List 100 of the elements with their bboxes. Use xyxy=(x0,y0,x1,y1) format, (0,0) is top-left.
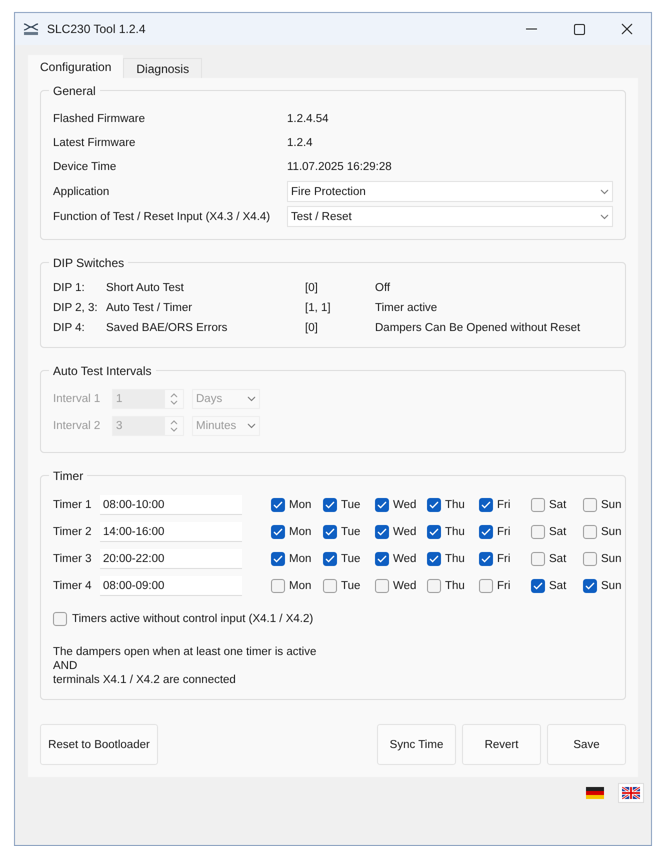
checkbox[interactable] xyxy=(531,552,545,566)
day-label: Tue xyxy=(341,498,360,512)
checkbox[interactable] xyxy=(479,552,493,566)
checkbox[interactable] xyxy=(583,498,597,512)
day-label: Sat xyxy=(549,552,566,566)
interval-label: Interval 1 xyxy=(53,392,102,406)
day-label: Tue xyxy=(341,552,360,566)
day-label: Thu xyxy=(445,498,465,512)
dip-meaning: Timer active xyxy=(375,301,438,315)
checkbox[interactable] xyxy=(583,579,597,593)
dip-meaning: Off xyxy=(375,281,390,295)
field-value: 1.2.4 xyxy=(287,136,313,150)
dip-label: DIP 4: xyxy=(53,321,86,335)
checkbox[interactable] xyxy=(531,579,545,593)
checkbox[interactable] xyxy=(375,525,389,539)
day-label: Mon xyxy=(289,525,312,539)
checkbox[interactable] xyxy=(271,498,285,512)
field-label: Device Time xyxy=(53,160,118,174)
checkbox[interactable] xyxy=(271,525,285,539)
checkbox[interactable] xyxy=(53,612,67,626)
note-text: AND xyxy=(53,659,78,673)
day-label: Sun xyxy=(601,525,622,539)
checkbox[interactable] xyxy=(271,552,285,566)
time-range-field[interactable]: 08:00-09:00 xyxy=(100,576,242,596)
dip-name: Auto Test / Timer xyxy=(106,301,194,315)
dip-meaning: Dampers Can Be Opened without Reset xyxy=(375,321,580,335)
checkbox[interactable] xyxy=(531,525,545,539)
day-label: Wed xyxy=(393,525,416,539)
checkbox[interactable] xyxy=(479,498,493,512)
flag-icon[interactable] xyxy=(622,787,640,799)
dip-label: DIP 1: xyxy=(53,281,86,295)
day-label: Wed xyxy=(393,552,416,566)
day-label: Sun xyxy=(601,552,622,566)
checkbox[interactable] xyxy=(427,579,441,593)
action-button[interactable]: Save xyxy=(547,724,626,765)
checkbox[interactable] xyxy=(375,498,389,512)
action-button[interactable]: Sync Time xyxy=(377,724,456,765)
checkbox[interactable] xyxy=(479,525,493,539)
checkbox[interactable] xyxy=(375,552,389,566)
dip-name: Saved BAE/ORS Errors xyxy=(106,321,228,335)
checkbox[interactable] xyxy=(323,579,337,593)
day-label: Fri xyxy=(497,525,510,539)
checkbox[interactable] xyxy=(427,525,441,539)
chevron-down-icon xyxy=(247,396,256,402)
tab[interactable]: Configuration xyxy=(28,55,124,78)
day-label: Thu xyxy=(445,525,465,539)
field-label: Function of Test / Reset Input (X4.3 / X4.4) xyxy=(53,210,272,224)
day-label: Sun xyxy=(601,498,622,512)
timer-label: Timer 2 xyxy=(53,525,93,539)
tab[interactable]: Diagnosis xyxy=(123,58,202,78)
checkbox[interactable] xyxy=(323,552,337,566)
dip-setting: [1, 1] xyxy=(305,301,332,315)
close-icon xyxy=(621,23,633,35)
dropdown[interactable]: Test / Reset xyxy=(287,206,613,227)
dip-name: Short Auto Test xyxy=(106,281,185,295)
flag-icon[interactable] xyxy=(586,787,604,799)
day-label: Sun xyxy=(601,579,622,593)
time-range-field[interactable]: 08:00-10:00 xyxy=(100,495,242,515)
window-title: SLC230 Tool 1.2.4 xyxy=(47,22,146,36)
checkbox[interactable] xyxy=(583,525,597,539)
day-label: Tue xyxy=(341,525,360,539)
dip-setting: [0] xyxy=(305,321,319,335)
day-label: Wed xyxy=(393,498,416,512)
checkbox[interactable] xyxy=(479,579,493,593)
day-label: Tue xyxy=(341,579,360,593)
checkbox[interactable] xyxy=(323,525,337,539)
note-text: The dampers open when at least one timer is active xyxy=(53,645,318,659)
checkbox[interactable] xyxy=(375,579,389,593)
chevron-down-icon xyxy=(247,423,256,429)
checkbox[interactable] xyxy=(271,579,285,593)
checkbox[interactable] xyxy=(583,552,597,566)
field-label: Application xyxy=(53,184,110,198)
day-label: Thu xyxy=(445,579,465,593)
checkbox[interactable] xyxy=(323,498,337,512)
spin-arrows-icon xyxy=(170,393,178,405)
day-label: Sat xyxy=(549,579,566,593)
dip-setting: [0] xyxy=(305,281,319,295)
field-label: Latest Firmware xyxy=(53,136,136,150)
spin-arrows-icon xyxy=(170,420,178,432)
field-label: Flashed Firmware xyxy=(53,112,146,126)
checkbox[interactable] xyxy=(427,552,441,566)
timer-label: Timer 4 xyxy=(53,579,93,593)
time-range-field[interactable]: 20:00-22:00 xyxy=(100,549,242,569)
app-logo-icon xyxy=(23,22,39,36)
language-button[interactable] xyxy=(618,783,644,803)
day-label: Mon xyxy=(289,579,312,593)
checkbox[interactable] xyxy=(531,498,545,512)
maximize-icon xyxy=(574,24,584,34)
time-range-field[interactable]: 14:00-16:00 xyxy=(100,522,242,542)
chevron-down-icon xyxy=(600,188,609,194)
day-label: Fri xyxy=(497,579,510,593)
field-value: 1.2.4.54 xyxy=(287,112,329,126)
minimize-icon xyxy=(526,28,536,30)
checkbox[interactable] xyxy=(427,498,441,512)
day-label: Sat xyxy=(549,498,566,512)
action-button[interactable]: Reset to Bootloader xyxy=(40,724,158,765)
note-text: terminals X4.1 / X4.2 are connected xyxy=(53,673,237,687)
action-button[interactable]: Revert xyxy=(462,724,541,765)
dropdown[interactable]: Fire Protection xyxy=(287,181,613,202)
timer-label: Timer 1 xyxy=(53,498,93,512)
